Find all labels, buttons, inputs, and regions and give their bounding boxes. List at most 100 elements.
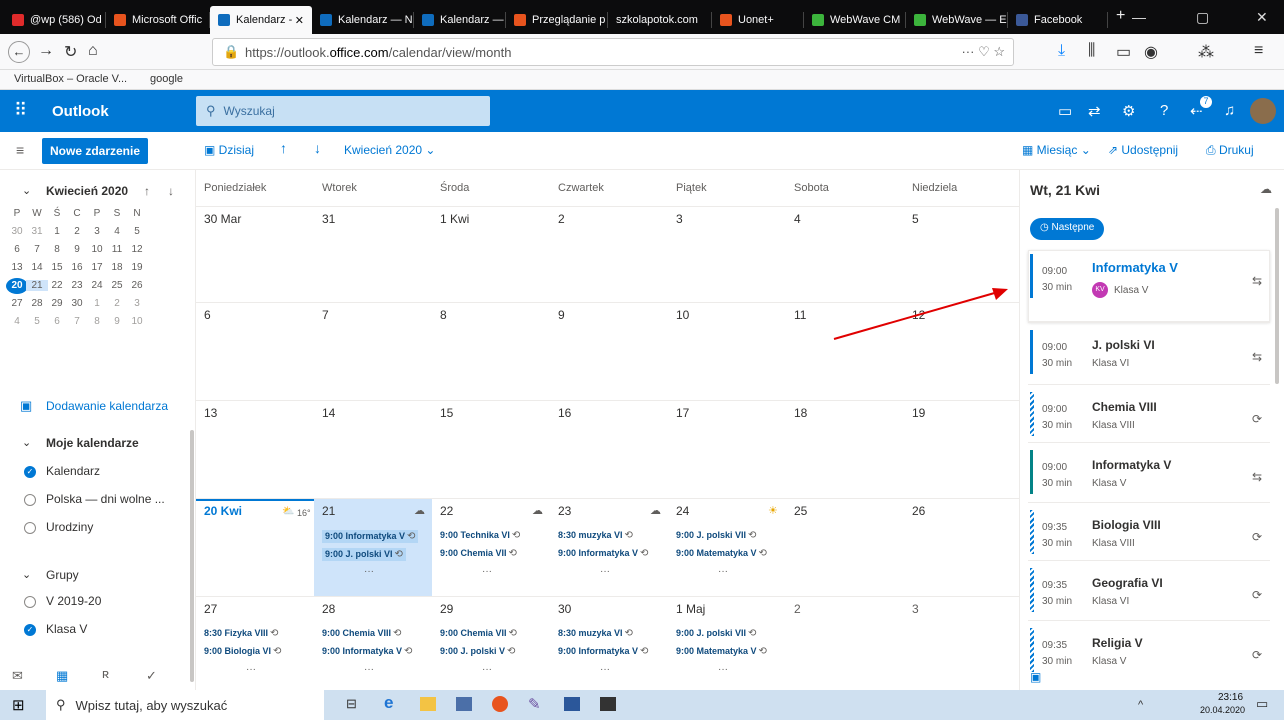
event-title[interactable]: J. polski VI xyxy=(1092,338,1155,352)
mini-day[interactable]: 9 xyxy=(106,316,128,327)
tray-chevron-icon[interactable]: ^ xyxy=(1138,699,1143,711)
mini-day[interactable]: 24 xyxy=(86,280,108,291)
browser-tab[interactable]: Kalendarz — N xyxy=(312,6,414,34)
extension-icon[interactable]: ⁂ xyxy=(1198,42,1214,62)
mini-day[interactable]: 22 xyxy=(46,280,68,291)
day-number[interactable]: 25 xyxy=(794,504,807,518)
people-icon[interactable]: ʀ xyxy=(102,666,109,681)
library-icon[interactable]: ⫼ xyxy=(1088,42,1095,60)
my-calendars-heading[interactable]: Moje kalendarze xyxy=(46,436,139,450)
checked-circle-icon[interactable]: ✓ xyxy=(24,466,36,478)
day-number[interactable]: 30 Mar xyxy=(204,212,241,226)
close-window-icon[interactable]: ✕ xyxy=(1256,9,1268,26)
paint-icon[interactable]: ✎ xyxy=(528,695,541,713)
more-events[interactable]: ··· xyxy=(600,566,610,577)
day-number[interactable]: 3 xyxy=(912,602,919,616)
day-number[interactable]: 22 xyxy=(440,504,453,518)
more-events[interactable]: ··· xyxy=(482,664,492,675)
calendar-event[interactable]: 9:00 Informatyka V ⟲ xyxy=(322,530,419,543)
print-button[interactable]: ⎙ Drukuj xyxy=(1206,143,1254,158)
mini-day[interactable]: 5 xyxy=(26,316,48,327)
calendar-event[interactable]: 9:00 Chemia VII ⟲ xyxy=(440,548,517,559)
day-number[interactable]: 1 Kwi xyxy=(440,212,469,226)
day-number[interactable]: 21 xyxy=(322,504,335,518)
action-center-icon[interactable]: ▭ xyxy=(1256,696,1268,712)
forward-icon[interactable]: → xyxy=(38,42,54,60)
mini-day[interactable]: 28 xyxy=(26,298,48,309)
mini-day[interactable]: 16 xyxy=(66,262,88,273)
mini-day[interactable]: 4 xyxy=(6,316,28,327)
more-events[interactable]: ··· xyxy=(600,664,610,675)
calendar-event[interactable]: 8:30 Fizyka VIII ⟲ xyxy=(204,628,278,639)
mini-day[interactable]: 30 xyxy=(66,298,88,309)
mini-day[interactable]: 4 xyxy=(106,226,128,237)
day-number[interactable]: 20 Kwi xyxy=(204,504,242,518)
url-bar[interactable]: 🔒 https://outlook. office.com/calendar/vi… xyxy=(212,38,1014,66)
mini-prev-icon[interactable]: ↑ xyxy=(144,184,150,198)
reload-icon[interactable]: ↻ xyxy=(64,42,77,62)
task-view-icon[interactable]: ⊟ xyxy=(346,696,357,712)
day-number[interactable]: 16 xyxy=(558,406,571,420)
today-button[interactable]: ▣ Dzisiaj xyxy=(204,143,254,157)
restore-icon[interactable]: ▢ xyxy=(1196,9,1209,26)
mini-day[interactable]: 9 xyxy=(66,244,88,255)
more-events[interactable]: ··· xyxy=(246,664,256,675)
event-title[interactable]: Biologia VIII xyxy=(1092,518,1161,532)
calendar-event[interactable]: 8:30 muzyka VI ⟲ xyxy=(558,530,633,541)
mini-day[interactable]: 30 xyxy=(6,226,28,237)
calendar-event[interactable]: 9:00 Chemia VIII ⟲ xyxy=(322,628,401,639)
mini-day[interactable]: 6 xyxy=(6,244,28,255)
account-icon[interactable]: ◉ xyxy=(1144,42,1158,62)
day-number[interactable]: 3 xyxy=(676,212,683,226)
day-number[interactable]: 14 xyxy=(322,406,335,420)
event-title[interactable]: Informatyka V xyxy=(1092,260,1178,275)
day-number[interactable]: 19 xyxy=(912,406,925,420)
view-switcher[interactable]: ▦ Miesiąc ⌄ xyxy=(1022,143,1091,157)
url-actions[interactable]: ··· ♡ ☆ xyxy=(961,44,1005,60)
new-event-button[interactable]: Nowe zdarzenie xyxy=(42,138,148,164)
calendar-item-2[interactable]: Urodziny xyxy=(46,520,93,534)
month-picker[interactable]: Kwiecień 2020 ⌄ xyxy=(344,143,435,157)
day-number[interactable]: 29 xyxy=(440,602,453,616)
event-title[interactable]: Chemia VIII xyxy=(1092,400,1157,414)
unchecked-circle-icon[interactable] xyxy=(24,522,36,534)
browser-tab[interactable]: Uonet+ xyxy=(712,6,804,34)
day-number[interactable]: 2 xyxy=(794,602,801,616)
unchecked-circle-icon[interactable] xyxy=(24,494,36,506)
mini-day[interactable]: 11 xyxy=(106,244,128,255)
day-number[interactable]: 18 xyxy=(794,406,807,420)
browser-tab[interactable]: szkolapotok.com xyxy=(608,6,712,34)
bell-icon[interactable]: ♫ xyxy=(1224,102,1235,119)
home-icon[interactable]: ⌂ xyxy=(88,42,98,60)
avatar[interactable] xyxy=(1250,98,1276,124)
next-month-icon[interactable]: ↓ xyxy=(314,140,321,156)
more-events[interactable]: ··· xyxy=(718,566,728,577)
mini-day[interactable]: 2 xyxy=(66,226,88,237)
agenda-footer-icon[interactable]: ▣ xyxy=(1030,670,1041,684)
calendar-event[interactable]: 9:00 Biologia VI ⟲ xyxy=(204,646,281,657)
mini-day[interactable]: 31 xyxy=(26,226,48,237)
mini-day[interactable]: 20 xyxy=(6,278,28,294)
calendar-item-1[interactable]: Polska — dni wolne ... xyxy=(46,492,165,506)
day-number[interactable]: 7 xyxy=(322,308,329,322)
day-number[interactable]: 1 Maj xyxy=(676,602,705,616)
day-number[interactable]: 15 xyxy=(440,406,453,420)
calendar-event[interactable]: 9:00 J. polski VI ⟲ xyxy=(322,548,406,561)
calendar-event[interactable]: 9:00 J. polski V ⟲ xyxy=(440,646,515,657)
day-number[interactable]: 10 xyxy=(676,308,689,322)
new-tab-button[interactable]: + xyxy=(1116,7,1125,25)
my-calendars-chevron-icon[interactable]: ⌄ xyxy=(22,436,31,449)
day-number[interactable]: 2 xyxy=(558,212,565,226)
mini-day[interactable]: 5 xyxy=(126,226,148,237)
share-button[interactable]: ⇗ Udostępnij xyxy=(1108,143,1178,157)
mini-day[interactable]: 14 xyxy=(26,262,48,273)
clock-time[interactable]: 23:16 xyxy=(1218,692,1243,703)
mini-day[interactable]: 25 xyxy=(106,280,128,291)
mini-day[interactable]: 15 xyxy=(46,262,68,273)
taskbar-app-icon[interactable] xyxy=(456,697,472,711)
day-number[interactable]: 30 xyxy=(558,602,571,616)
event-title[interactable]: Religia V xyxy=(1092,636,1143,650)
help-icon[interactable]: ? xyxy=(1160,102,1168,119)
mini-day[interactable]: 1 xyxy=(86,298,108,309)
calendar-event[interactable]: 9:00 Informatyka V ⟲ xyxy=(558,646,648,657)
